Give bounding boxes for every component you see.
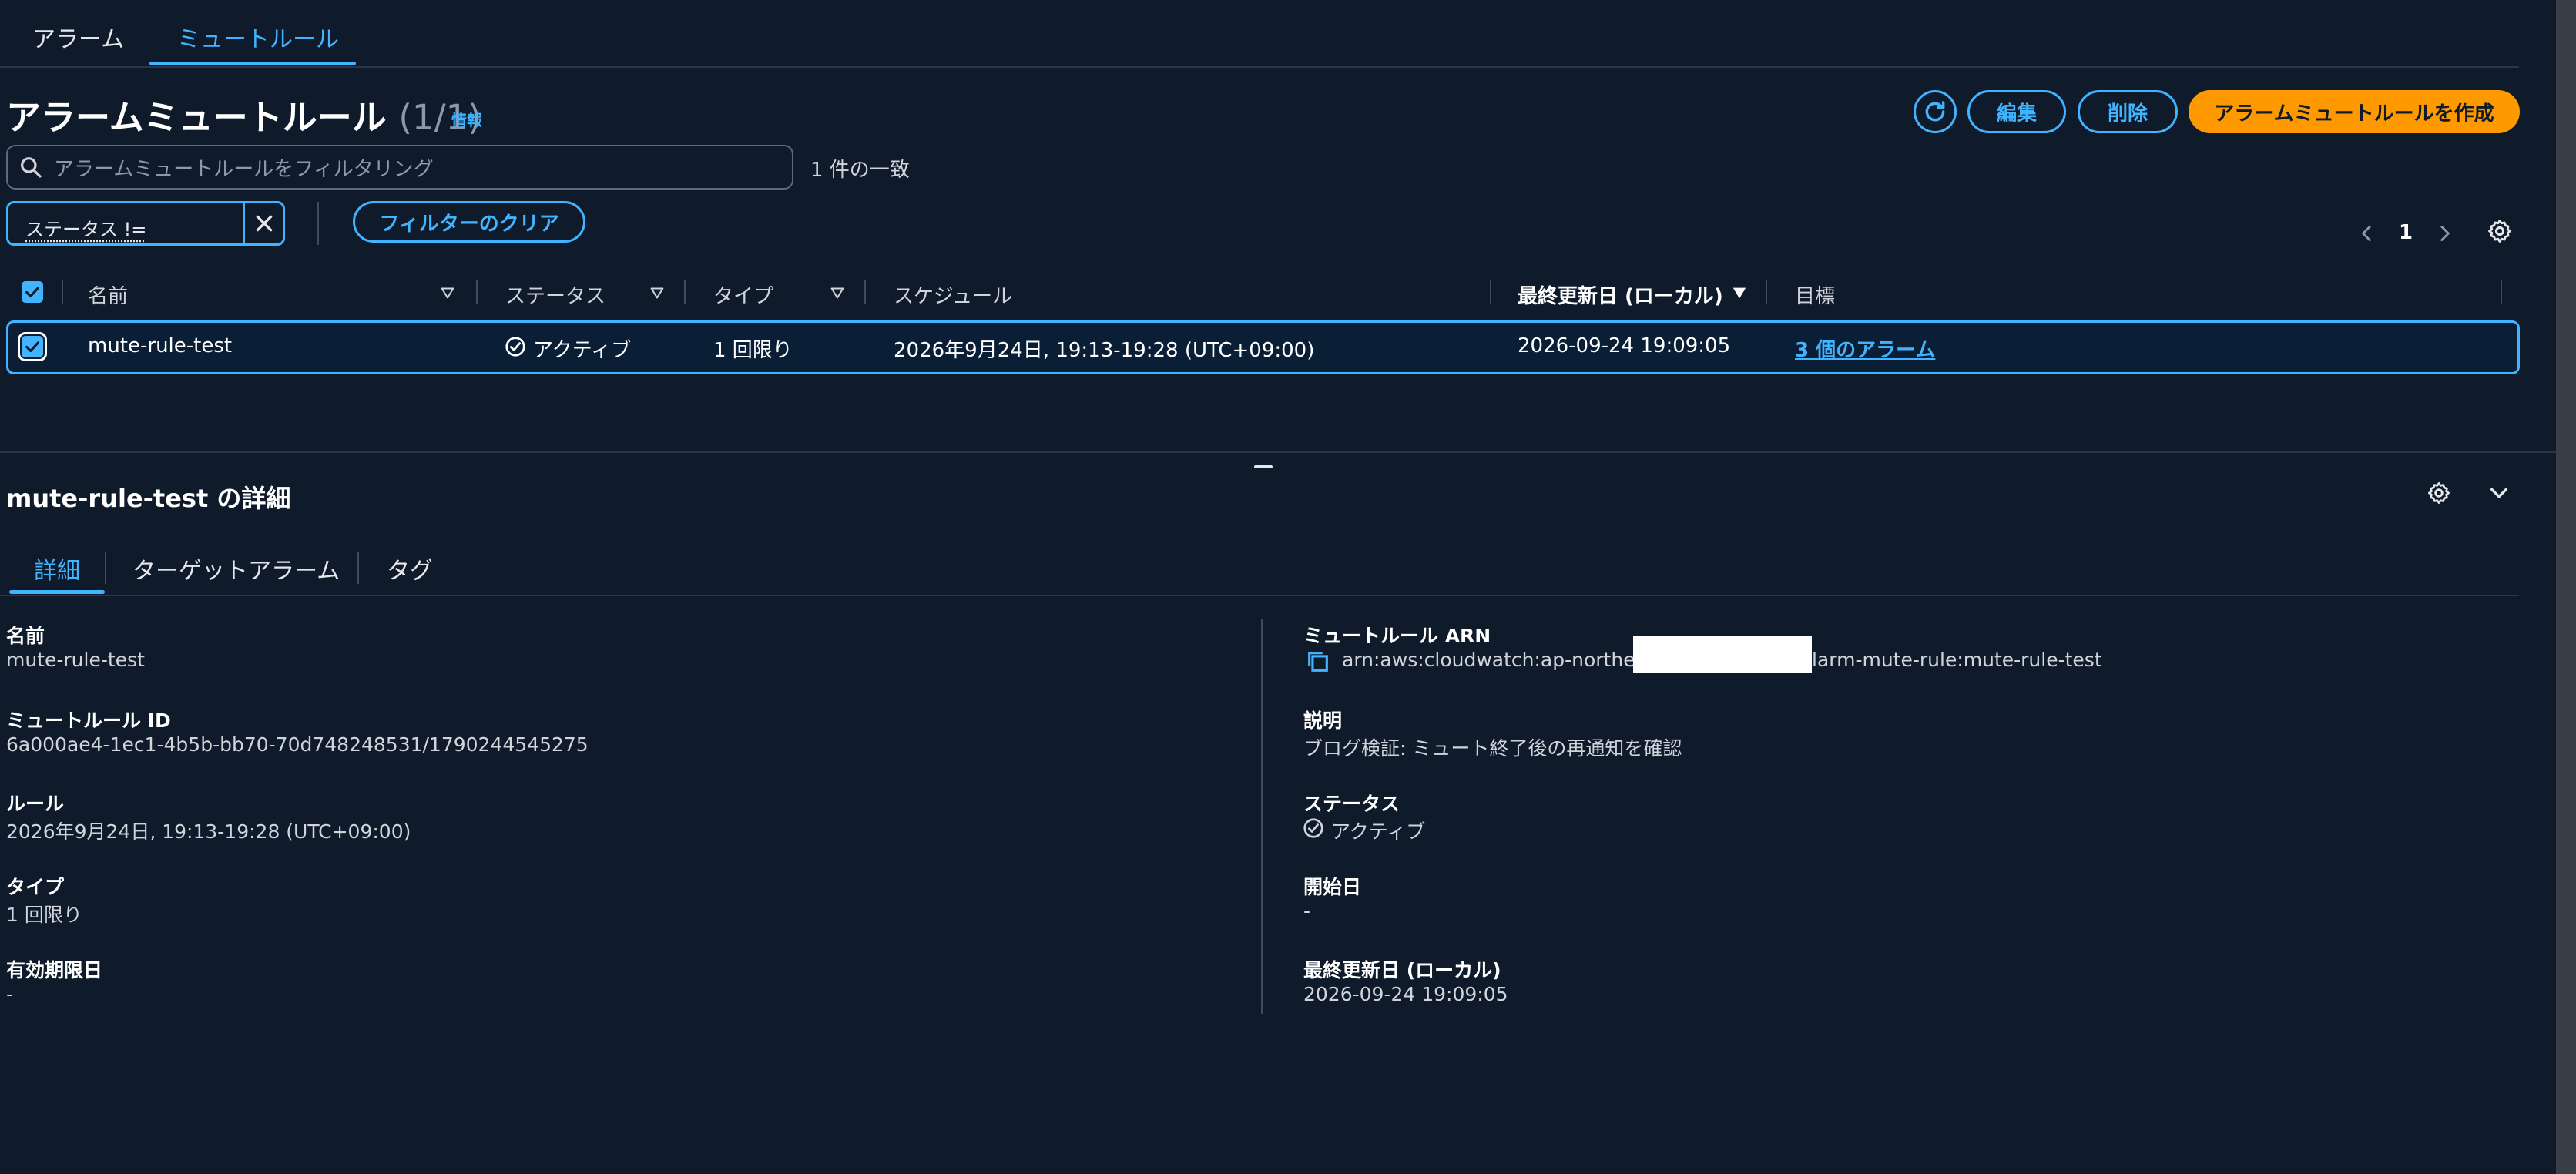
search-icon	[21, 157, 42, 178]
field-label-arn: ミュートルール ARN	[1303, 625, 1491, 647]
detail-tab-divider	[357, 552, 359, 584]
tabs-divider	[0, 66, 2519, 68]
field-label-expiry: 有効期限日	[6, 959, 103, 981]
col-separator	[2501, 280, 2502, 304]
cell-updated: 2026-09-24 19:09:05	[1518, 334, 1731, 357]
field-label-name: 名前	[6, 625, 45, 647]
col-separator	[684, 280, 686, 304]
cell-schedule: 2026年9月24日, 19:13-19:28 (UTC+09:00)	[894, 339, 1315, 362]
close-icon	[256, 215, 272, 232]
status-success-icon	[505, 337, 525, 357]
page-title: アラームミュートルール (1/1)	[6, 89, 481, 139]
detail-tab-active-indicator	[9, 590, 105, 594]
filter-chip-remove[interactable]	[243, 203, 283, 243]
search-input[interactable]: アラームミュートルールをフィルタリング	[6, 145, 793, 190]
refresh-icon	[1925, 101, 1945, 122]
sort-icon[interactable]	[829, 284, 846, 301]
tab-mute-rules[interactable]: ミュートルール	[177, 20, 339, 54]
field-label-start: 開始日	[1303, 876, 1362, 898]
filter-chip: ステータス != EXPIRED	[6, 201, 285, 246]
delete-button[interactable]: 削除	[2078, 90, 2178, 133]
col-separator	[476, 280, 478, 304]
field-label-rule: ルール	[6, 793, 65, 815]
sort-icon[interactable]	[649, 284, 666, 301]
field-label-updated: 最終更新日 (ローカル)	[1303, 959, 1501, 981]
redacted-block	[1633, 636, 1812, 673]
table-settings-icon[interactable]	[2487, 218, 2513, 244]
col-separator	[1766, 280, 1767, 304]
match-count: 1 件の一致	[810, 159, 910, 182]
create-mute-rule-button[interactable]: アラームミュートルールを作成	[2189, 90, 2520, 133]
field-value-expiry: -	[6, 983, 14, 1005]
field-value-arn-suffix: larm-mute-rule:mute-rule-test	[1812, 649, 2102, 671]
cell-type: 1 回限り	[713, 339, 793, 362]
sort-descending-icon[interactable]	[1730, 284, 1749, 301]
filter-chip-label[interactable]: ステータス != EXPIRED	[8, 203, 243, 243]
col-header-status[interactable]: ステータス	[505, 280, 605, 309]
detail-tabs-baseline	[0, 595, 2519, 596]
field-value-rule: 2026年9月24日, 19:13-19:28 (UTC+09:00)	[6, 820, 411, 843]
col-separator	[1490, 280, 1491, 304]
col-header-name[interactable]: 名前	[88, 280, 128, 309]
detail-tab-divider	[105, 552, 106, 584]
filter-divider	[317, 202, 319, 245]
check-icon	[25, 287, 39, 298]
field-value-updated: 2026-09-24 19:09:05	[1303, 983, 1508, 1005]
info-link[interactable]: 情報	[451, 108, 482, 130]
next-page-icon[interactable]	[2434, 222, 2454, 245]
page-number[interactable]: 1	[2399, 221, 2413, 244]
resize-handle[interactable]	[1254, 465, 1273, 468]
column-divider	[1261, 619, 1263, 1014]
scrollbar[interactable]	[2556, 0, 2576, 1174]
row-checkbox[interactable]	[18, 332, 47, 361]
search-placeholder: アラームミュートルールをフィルタリング	[54, 157, 434, 181]
cell-target-link[interactable]: 3 個のアラーム	[1795, 334, 1935, 363]
refresh-button[interactable]	[1914, 90, 1957, 133]
field-value-description: ブログ検証: ミュート終了後の再通知を確認	[1303, 737, 1682, 760]
field-value-type: 1 回限り	[6, 904, 82, 926]
detail-title: mute-rule-test の詳細	[6, 484, 291, 513]
detail-tab-details[interactable]: 詳細	[34, 552, 80, 585]
col-header-target[interactable]: 目標	[1795, 280, 1835, 309]
detail-tab-tags[interactable]: タグ	[387, 552, 433, 585]
gear-icon[interactable]	[2427, 481, 2451, 505]
detail-tab-target-alarms[interactable]: ターゲットアラーム	[132, 552, 340, 585]
tab-active-indicator	[149, 62, 356, 65]
tab-alarms[interactable]: アラーム	[32, 20, 124, 54]
field-label-id: ミュートルール ID	[6, 709, 171, 732]
clear-filters-button[interactable]: フィルターのクリア	[353, 201, 585, 243]
copy-icon[interactable]	[1305, 649, 1331, 675]
page-title-text: アラームミュートルール	[6, 97, 387, 138]
prev-page-icon[interactable]	[2357, 222, 2377, 245]
field-label-description: 説明	[1303, 709, 1343, 732]
field-value-name: mute-rule-test	[6, 649, 145, 671]
cell-name: mute-rule-test	[88, 334, 233, 357]
col-header-type[interactable]: タイプ	[713, 280, 773, 309]
field-value-start: -	[1303, 900, 1311, 922]
split-panel-divider	[0, 451, 2558, 453]
col-header-updated[interactable]: 最終更新日 (ローカル)	[1518, 280, 1723, 309]
field-value-status: アクティブ	[1331, 820, 1426, 843]
status-success-icon	[1303, 818, 1323, 838]
field-label-type: タイプ	[6, 876, 65, 898]
chevron-down-icon[interactable]	[2487, 481, 2511, 505]
col-header-schedule[interactable]: スケジュール	[894, 280, 1012, 309]
select-all-checkbox[interactable]	[22, 281, 43, 303]
col-separator	[62, 280, 63, 304]
col-separator	[864, 280, 866, 304]
check-icon	[25, 341, 39, 353]
edit-button[interactable]: 編集	[1967, 90, 2066, 133]
sort-icon[interactable]	[439, 284, 456, 301]
field-value-arn-prefix: arn:aws:cloudwatch:ap-northeast	[1342, 649, 1665, 671]
field-label-status: ステータス	[1303, 793, 1400, 815]
cell-status: アクティブ	[533, 339, 632, 362]
field-value-id: 6a000ae4-1ec1-4b5b-bb70-70d748248531/179…	[6, 733, 589, 756]
